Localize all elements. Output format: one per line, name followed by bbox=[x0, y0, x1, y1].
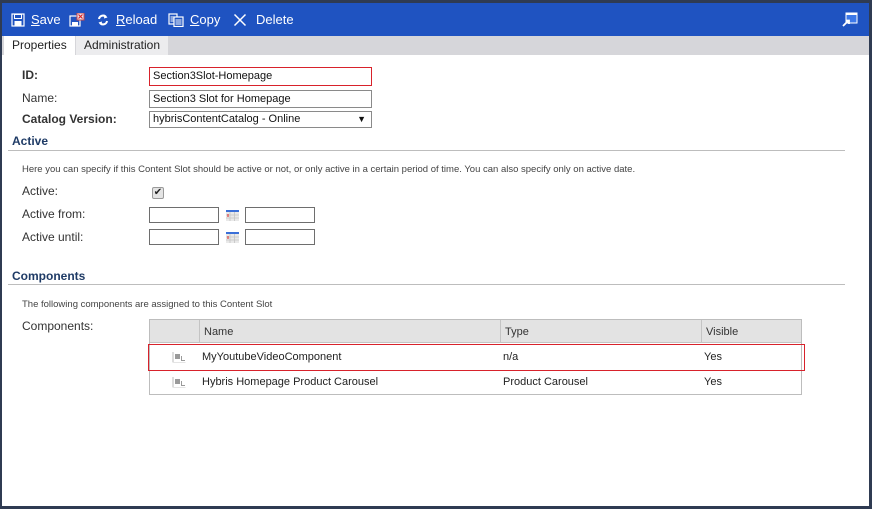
popout-window-icon bbox=[842, 12, 858, 28]
copy-button[interactable]: Copy bbox=[168, 3, 220, 36]
copy-label-mnemonic: C bbox=[190, 12, 200, 27]
component-visible: Yes bbox=[704, 376, 722, 388]
column-header-type[interactable]: Type bbox=[500, 320, 701, 343]
component-type: Product Carousel bbox=[503, 376, 588, 388]
chevron-down-icon: ▼ bbox=[357, 114, 366, 124]
component-visible: Yes bbox=[704, 351, 722, 363]
active-until-date-input[interactable] bbox=[149, 229, 219, 245]
column-header-name[interactable]: Name bbox=[199, 320, 500, 343]
component-name: Hybris Homepage Product Carousel bbox=[202, 376, 379, 388]
checkmark-icon: ✔ bbox=[153, 187, 163, 198]
components-section-title: Components bbox=[12, 269, 86, 283]
active-from-date-input[interactable] bbox=[149, 207, 219, 223]
save-label: ave bbox=[39, 12, 61, 27]
table-row[interactable]: MyYoutubeVideoComponent n/a Yes bbox=[148, 344, 805, 371]
section-divider bbox=[8, 150, 845, 151]
active-checkbox[interactable]: ✔ bbox=[152, 187, 164, 199]
column-header-visible[interactable]: Visible bbox=[701, 320, 801, 343]
delete-icon bbox=[233, 13, 247, 27]
active-label: Active: bbox=[22, 184, 59, 198]
components-table: Name Type Visible MyYoutubeVideoComponen… bbox=[148, 319, 805, 395]
reload-label-mnemonic: R bbox=[116, 12, 126, 27]
active-until-time-input[interactable] bbox=[245, 229, 315, 245]
name-input[interactable]: Section3 Slot for Homepage bbox=[149, 90, 372, 108]
table-row[interactable]: Hybris Homepage Product Carousel Product… bbox=[150, 370, 801, 395]
section-divider bbox=[8, 284, 845, 285]
toolbar: Save Reload Copy Delete bbox=[2, 3, 869, 36]
id-input[interactable]: Section3Slot-Homepage bbox=[149, 67, 372, 86]
save-icon bbox=[11, 12, 25, 27]
id-label: ID: bbox=[22, 68, 38, 82]
component-icon bbox=[172, 351, 186, 363]
active-section-title: Active bbox=[12, 134, 49, 148]
tab-properties[interactable]: Properties bbox=[4, 36, 75, 55]
table-header: Name Type Visible bbox=[150, 320, 801, 343]
active-from-time-input[interactable] bbox=[245, 207, 315, 223]
component-name: MyYoutubeVideoComponent bbox=[202, 351, 342, 363]
catalog-version-value: hybrisContentCatalog - Online bbox=[153, 113, 301, 125]
active-until-label: Active until: bbox=[22, 230, 84, 244]
reload-button[interactable]: Reload bbox=[96, 3, 157, 36]
save-button[interactable]: Save bbox=[11, 3, 61, 36]
active-from-label: Active from: bbox=[22, 207, 86, 221]
reload-label: eload bbox=[125, 12, 158, 27]
name-label: Name: bbox=[22, 91, 58, 105]
calendar-icon[interactable] bbox=[226, 210, 239, 221]
copy-icon bbox=[168, 12, 184, 27]
delete-button[interactable]: Delete bbox=[233, 3, 294, 36]
delete-label: Delete bbox=[256, 12, 294, 27]
save-label-mnemonic: S bbox=[31, 12, 40, 27]
discard-changes-icon bbox=[69, 12, 85, 27]
discard-changes-button[interactable] bbox=[69, 3, 85, 36]
copy-label: opy bbox=[199, 12, 221, 27]
components-section-hint: The following components are assigned to… bbox=[22, 299, 273, 310]
component-type: n/a bbox=[503, 351, 519, 363]
reload-icon bbox=[96, 13, 110, 27]
popout-window-button[interactable] bbox=[842, 3, 858, 36]
active-section-hint: Here you can specify if this Content Slo… bbox=[22, 164, 636, 175]
tab-administration[interactable]: Administration bbox=[76, 36, 169, 55]
catalog-version-select[interactable]: hybrisContentCatalog - Online ▼ bbox=[149, 111, 372, 128]
column-header-icon[interactable] bbox=[150, 320, 199, 343]
editor-window: Save Reload Copy Delete Properties Admin… bbox=[2, 3, 869, 506]
components-label: Components: bbox=[22, 319, 94, 333]
catalog-version-label: Catalog Version: bbox=[22, 112, 117, 126]
component-icon bbox=[172, 376, 186, 388]
tab-bar: Properties Administration bbox=[2, 36, 869, 55]
calendar-icon[interactable] bbox=[226, 232, 239, 243]
